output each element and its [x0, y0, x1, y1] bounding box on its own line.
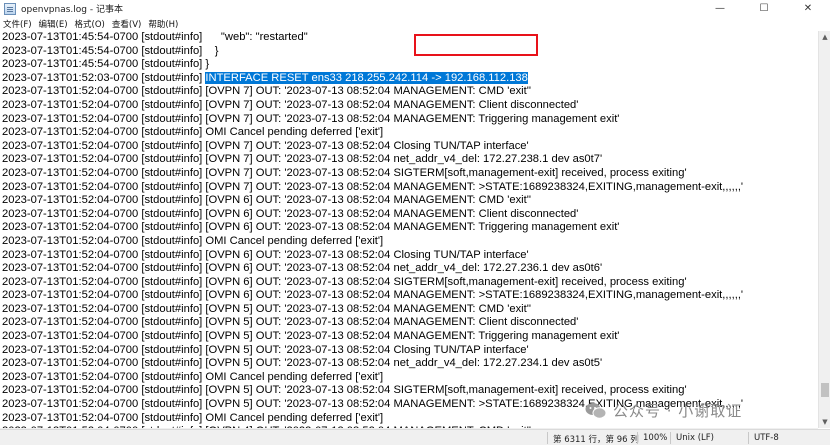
log-line: 2023-07-13T01:52:04-0700 [stdout#info] […	[0, 303, 818, 317]
log-line-text: 2023-07-13T01:52:04-0700 [stdout#info] […	[2, 248, 529, 261]
encoding: UTF-8	[754, 433, 779, 443]
watermark-text: 公众号 · 小谢取证	[613, 402, 743, 420]
wechat-icon	[585, 402, 607, 419]
log-line: 2023-07-13T01:52:04-0700 [stdout#info] […	[0, 330, 818, 344]
log-line: 2023-07-13T01:52:04-0700 [stdout#info] […	[0, 249, 818, 263]
log-line-text: 2023-07-13T01:52:04-0700 [stdout#info] […	[2, 153, 603, 166]
log-line: 2023-07-13T01:52:04-0700 [stdout#info] […	[0, 167, 818, 181]
log-line: 2023-07-13T01:52:04-0700 [stdout#info] […	[0, 262, 818, 276]
log-line: 2023-07-13T01:52:04-0700 [stdout#info] […	[0, 208, 818, 222]
selected-text: INTERFACE RESET ens33 218.255.242.114 ->…	[205, 71, 528, 84]
log-line-text: 2023-07-13T01:52:04-0700 [stdout#info] […	[2, 112, 620, 125]
menu-view[interactable]: 查看(V)	[112, 18, 141, 30]
log-line-text: 2023-07-13T01:45:54-0700 [stdout#info] }	[2, 58, 210, 71]
window-controls: — ☐ ✕	[698, 0, 830, 17]
menu-bar: 文件(F) 编辑(E) 格式(O) 查看(V) 帮助(H)	[0, 17, 830, 31]
log-line: 2023-07-13T01:52:03-0700 [stdout#info] I…	[0, 71, 818, 86]
log-line: 2023-07-13T01:52:04-0700 [stdout#info] […	[0, 113, 818, 127]
log-line-text: 2023-07-13T01:52:04-0700 [stdout#info] […	[2, 166, 687, 179]
scroll-down-icon[interactable]: ▼	[819, 416, 830, 428]
log-line-text: 2023-07-13T01:52:04-0700 [stdout#info] O…	[2, 370, 384, 383]
log-line: 2023-07-13T01:52:04-0700 [stdout#info] O…	[0, 126, 818, 140]
log-line-text: 2023-07-13T01:52:04-0700 [stdout#info] […	[2, 343, 529, 356]
log-line: 2023-07-13T01:52:04-0700 [stdout#info] O…	[0, 235, 818, 249]
log-line: 2023-07-13T01:52:04-0700 [stdout#info] […	[0, 316, 818, 330]
log-line-text: 2023-07-13T01:52:04-0700 [stdout#info] […	[2, 207, 579, 220]
log-line: 2023-07-13T01:52:04-0700 [stdout#info] […	[0, 140, 818, 154]
line-ending: Unix (LF)	[676, 433, 714, 443]
title-bar: openvpnas.log - 记事本 — ☐ ✕	[0, 0, 830, 17]
zoom-level: 100%	[643, 433, 668, 443]
menu-edit[interactable]: 编辑(E)	[39, 18, 68, 30]
log-line-text: 2023-07-13T01:52:04-0700 [stdout#info] […	[2, 384, 687, 397]
log-line-text: 2023-07-13T01:52:03-0700 [stdout#info]	[2, 71, 206, 84]
log-line-text: 2023-07-13T01:52:04-0700 [stdout#info] […	[2, 330, 620, 343]
log-line: 2023-07-13T01:52:04-0700 [stdout#info] […	[0, 221, 818, 235]
window-title: openvpnas.log - 记事本	[21, 5, 123, 15]
log-line: 2023-07-13T01:52:04-0700 [stdout#info] […	[0, 99, 818, 113]
log-line: 2023-07-13T01:52:04-0700 [stdout#info] […	[0, 85, 818, 99]
close-button[interactable]: ✕	[786, 0, 830, 17]
text-editor[interactable]: 2023-07-13T01:45:54-0700 [stdout#info] "…	[0, 31, 818, 428]
log-line-text: 2023-07-13T01:45:54-0700 [stdout#info] "…	[2, 31, 308, 43]
log-line-text: 2023-07-13T01:52:04-0700 [stdout#info] […	[2, 262, 603, 275]
log-line-text: 2023-07-13T01:52:04-0700 [stdout#info] […	[2, 180, 744, 193]
log-line: 2023-07-13T01:52:04-0700 [stdout#info] […	[0, 344, 818, 358]
log-line: 2023-07-13T01:45:54-0700 [stdout#info] }	[0, 45, 818, 59]
log-line: 2023-07-13T01:52:04-0700 [stdout#info] […	[0, 153, 818, 167]
log-line: 2023-07-13T01:52:04-0700 [stdout#info] […	[0, 357, 818, 371]
log-line: 2023-07-13T01:52:04-0700 [stdout#info] […	[0, 276, 818, 290]
log-line-text: 2023-07-13T01:52:04-0700 [stdout#info] […	[2, 316, 579, 329]
log-line-text: 2023-07-13T01:52:04-0700 [stdout#info] […	[2, 194, 532, 207]
log-line-text: 2023-07-13T01:52:04-0700 [stdout#info] […	[2, 139, 529, 152]
maximize-button[interactable]: ☐	[742, 0, 786, 17]
log-line-text: 2023-07-13T01:52:04-0700 [stdout#info] O…	[2, 234, 384, 247]
log-line: 2023-07-13T01:45:54-0700 [stdout#info] "…	[0, 31, 818, 45]
notepad-icon	[4, 2, 16, 15]
log-line-text: 2023-07-13T01:52:04-0700 [stdout#info] […	[2, 289, 744, 302]
cursor-position: 第 6311 行，第 96 列	[553, 435, 639, 445]
log-line-text: 2023-07-13T01:52:04-0700 [stdout#info] […	[2, 357, 603, 370]
log-line: 2023-07-13T01:52:04-0700 [stdout#info] […	[0, 181, 818, 195]
scroll-up-icon[interactable]: ▲	[819, 31, 830, 43]
log-line-text: 2023-07-13T01:45:54-0700 [stdout#info] }	[2, 44, 219, 57]
log-line: 2023-07-13T01:45:54-0700 [stdout#info] }	[0, 58, 818, 72]
vertical-scrollbar[interactable]: ▲ ▼	[818, 31, 830, 428]
scrollbar-thumb[interactable]	[821, 383, 829, 397]
minimize-button[interactable]: —	[698, 0, 742, 17]
log-line-text: 2023-07-13T01:52:04-0700 [stdout#info] […	[2, 302, 532, 315]
menu-file[interactable]: 文件(F)	[3, 18, 32, 30]
menu-help[interactable]: 帮助(H)	[148, 18, 178, 30]
log-line: 2023-07-13T01:52:04-0700 [stdout#info] O…	[0, 371, 818, 385]
menu-format[interactable]: 格式(O)	[75, 18, 105, 30]
log-line: 2023-07-13T01:52:04-0700 [stdout#info] […	[0, 289, 818, 303]
log-line-text: 2023-07-13T01:52:04-0700 [stdout#info] […	[2, 98, 579, 111]
log-line-text: 2023-07-13T01:52:04-0700 [stdout#info] […	[2, 275, 687, 288]
watermark: 公众号 · 小谢取证	[585, 400, 742, 421]
log-line: 2023-07-13T01:52:04-0700 [stdout#info] […	[0, 194, 818, 208]
log-line-text: 2023-07-13T01:52:04-0700 [stdout#info] […	[2, 221, 620, 234]
log-line-text: 2023-07-13T01:52:04-0700 [stdout#info] O…	[2, 411, 384, 424]
log-line-text: 2023-07-13T01:52:04-0700 [stdout#info] […	[2, 85, 532, 98]
log-line: 2023-07-13T01:52:04-0700 [stdout#info] […	[0, 384, 818, 398]
log-line-text: 2023-07-13T01:52:04-0700 [stdout#info] O…	[2, 126, 384, 139]
status-bar: 第 6311 行，第 96 列 100% Unix (LF) UTF-8	[0, 429, 830, 445]
